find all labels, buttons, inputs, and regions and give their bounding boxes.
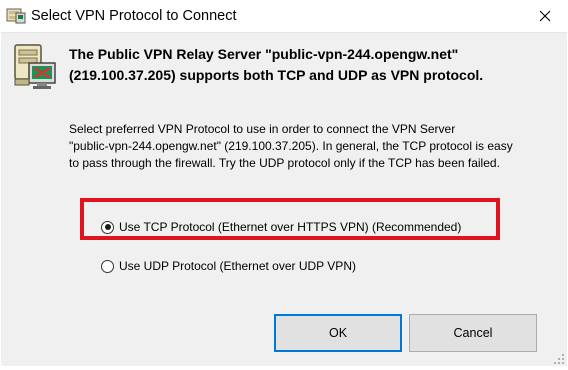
dialog-description: Select preferred VPN Protocol to use in … — [69, 121, 549, 172]
vpn-server-icon — [6, 6, 26, 24]
dialog-heading: The Public VPN Relay Server "public-vpn-… — [69, 44, 549, 86]
heading-line: (219.100.37.205) supports both TCP and U… — [69, 67, 484, 83]
vpn-server-computer-icon — [11, 43, 57, 91]
close-icon — [539, 10, 551, 22]
dialog-body: The Public VPN Relay Server "public-vpn-… — [1, 32, 567, 366]
tcp-option-label: Use TCP Protocol (Ethernet over HTTPS VP… — [119, 220, 462, 234]
window-title: Select VPN Protocol to Connect — [31, 8, 237, 24]
radio-button[interactable] — [101, 259, 114, 273]
description-line: "public-vpn-244.opengw.net" (219.100.37.… — [69, 139, 513, 153]
radio-button-selected[interactable] — [101, 220, 114, 234]
description-line: to pass through the firewall. Try the UD… — [69, 156, 500, 170]
tcp-protocol-option[interactable]: Use TCP Protocol (Ethernet over HTTPS VP… — [101, 220, 461, 234]
udp-protocol-option[interactable]: Use UDP Protocol (Ethernet over UDP VPN) — [101, 259, 356, 273]
title-bar: Select VPN Protocol to Connect — [0, 0, 568, 32]
cancel-button[interactable]: Cancel — [409, 314, 537, 352]
close-button[interactable] — [522, 0, 568, 32]
description-line: Select preferred VPN Protocol to use in … — [69, 122, 456, 136]
resize-grip-icon[interactable] — [553, 352, 565, 364]
udp-option-label: Use UDP Protocol (Ethernet over UDP VPN) — [119, 259, 356, 273]
ok-button[interactable]: OK — [274, 314, 402, 352]
heading-line: The Public VPN Relay Server "public-vpn-… — [69, 46, 459, 62]
